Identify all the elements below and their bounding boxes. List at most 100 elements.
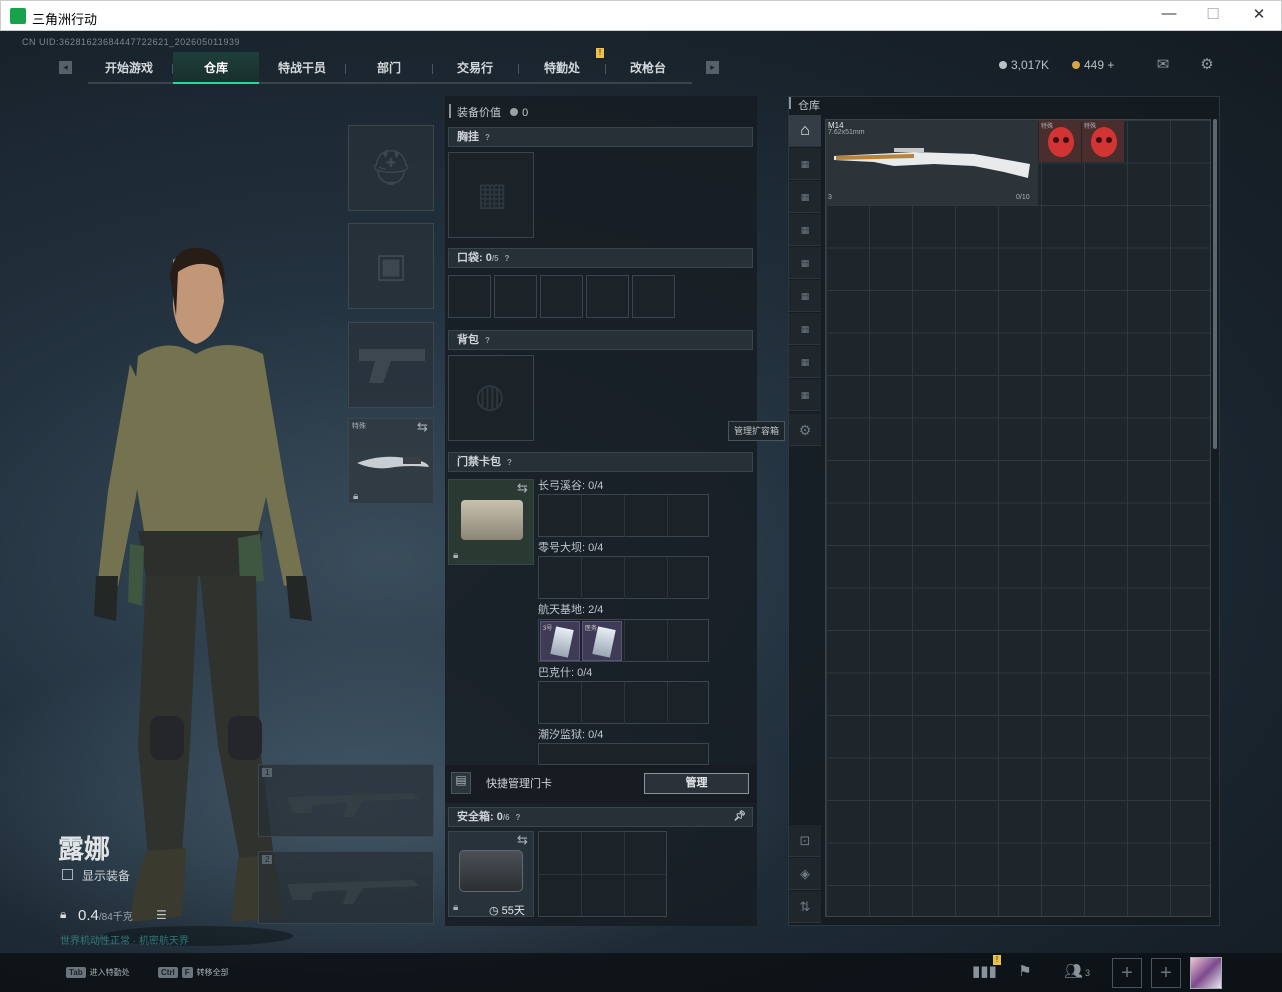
warehouse-sort-icon[interactable]: ⊡ — [789, 825, 821, 857]
card-bag-slot[interactable]: ⇆ 🔒︎ — [448, 479, 534, 565]
helmet-icon: ⛑ — [369, 149, 413, 187]
maximize-button[interactable]: ☐ — [1198, 5, 1228, 27]
manage-expansion-gear-icon[interactable]: ⚙ — [789, 414, 821, 446]
nav-next-icon[interactable]: ▸ — [706, 61, 719, 74]
enter-special-ops-hint[interactable]: Tab 进入特勤处 — [66, 967, 130, 978]
map-card-slots[interactable] — [538, 556, 709, 599]
tab-trading[interactable]: 交易行 — [432, 52, 518, 84]
pin-icon[interactable]: 📌︎ — [733, 808, 746, 826]
map-card-slots[interactable]: 3号 医务 — [538, 619, 709, 662]
chest-rig-slot[interactable]: ▦ — [448, 152, 534, 238]
window-titlebar: 三角洲行动 — ☐ ✕ — [0, 0, 1282, 31]
game-viewport: CN UID:36281623684447722621_202605011939… — [0, 31, 1282, 992]
lock-icon: 🔒︎ — [60, 907, 67, 921]
chest-rig-label: 胸挂 — [457, 131, 479, 143]
player-uid: CN UID:36281623684447722621_202605011939 — [22, 37, 241, 47]
safe-box-slot[interactable]: ⇆ 🔒︎ ◷ 55天 — [448, 831, 534, 917]
warehouse-tab-all[interactable]: ⌂ — [789, 115, 821, 147]
warehouse-tab-level-3[interactable]: ▦ — [789, 214, 821, 246]
minimize-button[interactable]: — — [1154, 5, 1184, 27]
safe-box-timer: ◷ 55天 — [489, 902, 525, 918]
show-equipment-checkbox[interactable] — [62, 869, 73, 880]
map-card-slots[interactable] — [538, 743, 709, 765]
add-teammate-button[interactable]: + — [1151, 958, 1181, 988]
pocket-slot[interactable] — [632, 275, 675, 318]
tab-start-game[interactable]: 开始游戏 — [86, 52, 172, 84]
help-icon[interactable]: ? — [485, 133, 490, 142]
warehouse-grid[interactable] — [825, 119, 1211, 917]
flag-icon[interactable]: ⚑ — [1014, 962, 1036, 982]
clock-icon: ◷ — [489, 905, 499, 917]
backpack-label: 背包 — [457, 334, 479, 346]
warehouse-tab-level-4[interactable]: ▦ — [789, 247, 821, 279]
swap-icon[interactable]: ⇆ — [517, 832, 528, 848]
primary-weapon-slot-1[interactable]: 1 — [258, 764, 434, 837]
map-card-slots[interactable] — [538, 681, 709, 724]
swap-icon[interactable]: ⇆ — [417, 419, 428, 435]
stats-notification-badge: ! — [993, 955, 1001, 965]
transfer-all-hint[interactable]: Ctrl F 转移全部 — [158, 967, 229, 978]
swap-icon[interactable]: ⇆ — [517, 480, 528, 496]
safe-box-days: 55天 — [501, 905, 525, 917]
warehouse-organize-icon[interactable]: ⇅ — [789, 891, 821, 923]
warehouse-tab-level-2[interactable]: ▦ — [789, 181, 821, 213]
weight-detail-icon[interactable]: ☰ — [156, 908, 167, 922]
karambit-knife-icon — [357, 456, 429, 469]
item-marker: 3 — [828, 194, 832, 201]
lock-icon: 🔒︎ — [353, 491, 359, 502]
pocket-label: 口袋: — [457, 252, 483, 264]
settings-gear-icon[interactable]: ⚙ — [1198, 57, 1216, 73]
ctrl-key: Ctrl — [158, 967, 178, 978]
safe-box-header: 安全箱: 0/6? 📌︎ — [448, 807, 753, 827]
backpack-slot[interactable]: ◍ — [448, 355, 534, 441]
pocket-slot[interactable] — [586, 275, 629, 318]
f-key: F — [181, 967, 193, 978]
map-card-label: 长弓溪谷: 0/4 — [538, 480, 604, 492]
stats-chart-icon[interactable]: ▮▮▮ — [972, 962, 997, 982]
help-icon[interactable]: ? — [516, 813, 521, 822]
keycard-item[interactable]: 3号 — [540, 621, 580, 661]
primary-weapon-slot-2[interactable]: 2 — [258, 851, 434, 924]
help-icon[interactable]: ? — [505, 254, 510, 263]
card-case-icon — [461, 500, 523, 540]
map-card-slots[interactable] — [538, 494, 709, 537]
warehouse-tab-level-8[interactable]: ▦ — [789, 379, 821, 411]
tab-gunsmith[interactable]: 改枪台 — [605, 52, 691, 84]
team-members-icon[interactable]: 👥︎ 3 — [1060, 962, 1094, 982]
manage-card-button[interactable]: 管理 — [644, 773, 749, 794]
mail-icon[interactable]: ✉ — [1154, 57, 1172, 73]
map-card-label: 巴克什: 0/4 — [538, 667, 593, 679]
quick-card-label: 快捷管理门卡 — [486, 778, 552, 790]
tab-warehouse[interactable]: 仓库 — [173, 52, 259, 84]
safe-box-grid[interactable] — [538, 831, 667, 917]
tab-department[interactable]: 部门 — [346, 52, 432, 84]
red-mask-item[interactable]: 特殊 — [1082, 120, 1124, 162]
player-avatar[interactable] — [1190, 957, 1222, 989]
warehouse-tab-level-5[interactable]: ▦ — [789, 280, 821, 312]
red-mask-item[interactable]: 特殊 — [1039, 120, 1081, 162]
warehouse-tab-level-1[interactable]: ▦ — [789, 148, 821, 180]
pocket-slot[interactable] — [448, 275, 491, 318]
warehouse-tab-level-6[interactable]: ▦ — [789, 313, 821, 345]
helmet-slot[interactable]: ⛑ — [348, 125, 434, 211]
help-icon[interactable]: ? — [485, 336, 490, 345]
warehouse-scrollbar[interactable] — [1213, 119, 1217, 449]
pocket-slot[interactable] — [494, 275, 537, 318]
pocket-slot[interactable] — [540, 275, 583, 318]
add-token-button[interactable]: + — [1107, 58, 1114, 72]
tab-special-ops[interactable]: 特勤处 — [519, 52, 605, 84]
armor-slot[interactable]: ▣ — [348, 223, 434, 309]
m14-rifle-icon — [834, 148, 1030, 178]
nav-prev-icon[interactable]: ◂ — [59, 61, 72, 74]
pistol-slot[interactable] — [348, 322, 434, 408]
add-teammate-button[interactable]: + — [1112, 958, 1142, 988]
help-icon[interactable]: ? — [507, 458, 512, 467]
keycard-item[interactable]: 医务 — [582, 621, 622, 661]
warehouse-tab-level-7[interactable]: ▦ — [789, 346, 821, 378]
melee-slot[interactable]: 特殊 ⇆ 🔒︎ — [348, 418, 434, 504]
tab-operators[interactable]: 特战干员 — [259, 52, 345, 84]
coin-amount: 3,017K — [1011, 58, 1050, 72]
warehouse-layers-icon[interactable]: ◈ — [789, 858, 821, 890]
close-button[interactable]: ✕ — [1244, 5, 1274, 27]
m14-rifle-item[interactable]: M14 7.62x51mm 3 0/10 — [826, 120, 1038, 205]
